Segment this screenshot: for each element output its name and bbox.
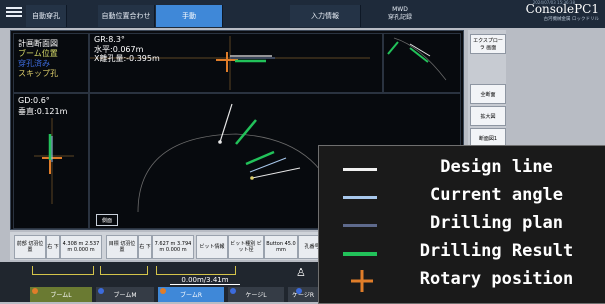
bit-type-label: ビット種別 ビット径 [228,235,264,259]
mwd-label: MWD [392,6,408,13]
mini-view-svg [387,37,447,81]
boom-l-bracket [32,266,94,275]
current-face-values: 4.308 m 2.537 m 0.000 m [60,235,102,259]
legend-pane: 計画断面図 ブーム位置 穿孔済み スキップ孔 [13,33,89,93]
front-result-line-1 [235,119,257,145]
mwd-button[interactable]: MWD 穿孔記録 [370,6,430,22]
full-section-button[interactable]: 全断面 [470,84,506,104]
hole-marker-2 [250,176,254,180]
legend-label-drilling-plan: Drilling plan [429,213,564,233]
boom-m-status-dot [98,288,104,294]
legend-item-design-line: Design line [319,156,605,182]
mwd-sub-label: 穿孔記録 [387,14,412,21]
mini-result-line-2 [409,47,429,63]
readout-vertical: 垂直:0.121m [18,107,68,116]
tab-cage-r[interactable]: ケージR [288,287,318,302]
current-face-position-label: 前部 切羽位置 [14,235,46,259]
hole-marker-1 [218,140,222,144]
line-legend-overlay: Design line Current angle Drilling plan … [318,145,605,304]
explorer-button[interactable]: エクスプローラ 画面 [470,34,506,54]
cage-r-status-dot [296,288,302,294]
menu-icon[interactable] [6,5,22,19]
tab-cage-l[interactable]: ケージL [228,287,284,302]
brand-subtitle: 古河機械金属 ロックドリル [543,17,599,22]
legend-item-drilling-plan: Drilling plan [319,212,605,238]
legend-item-rotary-position: Rotary position [319,268,605,294]
front-design-line-1 [219,103,233,143]
brand-title: ConsolePC1 [525,2,599,16]
legend-label-rotary-position: Rotary position [419,269,574,289]
tab-boom-r[interactable]: ブームR [158,287,224,302]
drilling-result-swatch [343,252,377,256]
boom-l-status-dot [32,288,38,294]
legend-skip-hole: スキップ孔 [18,69,58,78]
design-line-swatch [343,168,377,171]
tab-boom-l[interactable]: ブームL [30,287,92,302]
side-view-toggle[interactable]: 側面 [96,214,118,226]
legend-label-current-angle: Current angle [429,185,564,205]
rotary-position-swatch [351,270,373,292]
legend-label-drilling-result: Drilling Result [419,241,574,261]
boom-m-bracket [100,266,148,275]
tab-auto-positioning[interactable]: 自動位置合わせ [98,5,155,27]
mini-view-pane [383,33,461,93]
bit-value: Button 45.0 mm [264,235,298,259]
current-angle-swatch [343,196,377,199]
boom-r-bracket [156,266,236,275]
boom-r-status-dot [160,288,166,294]
readout-gr: GR:8.3° [94,35,125,44]
readout-x-offset: X離孔量:-0.395m [94,54,160,63]
target-face-direction: 右 下 [138,235,152,259]
target-face-values: 7.627 m 3.794 m 0.000 m [152,235,194,259]
tab-boom-m[interactable]: ブームM [96,287,154,302]
front-result-line-2 [245,150,275,166]
bit-info-label: ビット情報 [196,235,228,259]
tunnel-contour-arc [137,133,341,213]
legend-item-current-angle: Current angle [319,184,605,210]
zoom-view-button[interactable]: 拡大図 [470,106,506,126]
cage-l-status-dot [230,288,236,294]
drilling-plan-swatch [343,224,377,227]
legend-item-drilling-result: Drilling Result [319,240,605,266]
drill-depth-readout: 0.00m/3.41m [170,276,240,285]
legend-label-design-line: Design line [440,157,553,177]
tab-input-info[interactable]: 入力情報 [290,5,361,27]
current-face-direction: 右 下 [46,235,60,259]
top-view-pane: GR:8.3° 水平:0.067m X離孔量:-0.395m [89,33,383,93]
mini-contour-arc [393,37,447,81]
target-face-position-label: 目標 切羽位置 [106,235,138,259]
tab-manual[interactable]: 手動 [156,5,223,27]
operator-icon: ♙ [296,266,306,279]
tab-auto-drilling[interactable]: 自動穿孔 [26,5,67,27]
app-header: 自動穿孔 自動位置合わせ 手動 入力情報 MWD 穿孔記録 2024/07/03… [0,0,605,28]
side-view-pane: GD:0.6° 垂直:0.121m [13,93,89,229]
mini-result-line-1 [387,41,399,55]
front-design-line-2 [251,167,301,179]
readout-gd: GD:0.6° [18,96,50,105]
